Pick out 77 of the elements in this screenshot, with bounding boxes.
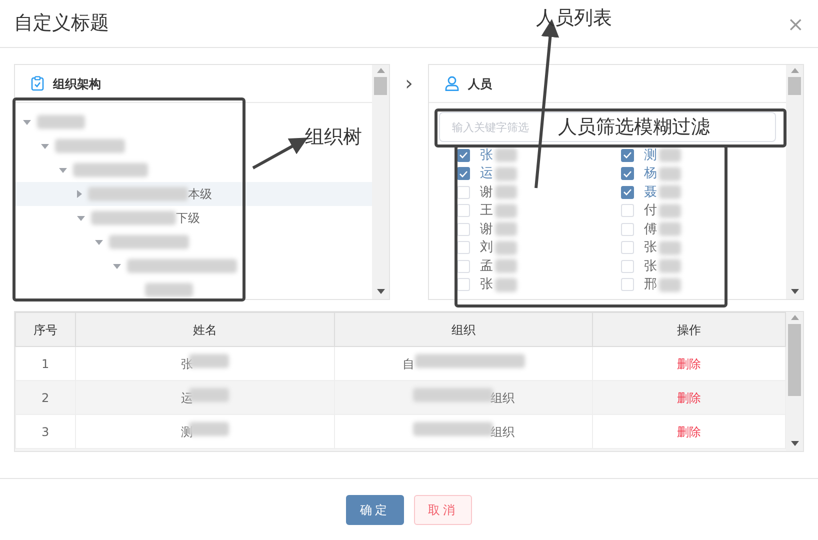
row-index: 2 [42, 390, 50, 404]
column-header: 操作 [592, 312, 786, 346]
scrollbar[interactable] [372, 65, 389, 299]
tree-node[interactable]: 本级 [15, 182, 372, 206]
delete-link[interactable]: 删除 [677, 390, 702, 404]
person-name: 聂 [644, 184, 657, 202]
name-cell: 张 [180, 357, 193, 371]
name-cell: 测 [180, 425, 193, 439]
person-item[interactable]: 傅 [621, 220, 781, 238]
expanded-caret-icon[interactable] [113, 264, 121, 268]
column-header: 组织 [334, 312, 593, 346]
cancel-button[interactable]: 取消 [414, 494, 472, 524]
tree-label: 下级 [176, 210, 200, 227]
person-name: 傅 [644, 220, 657, 238]
org-cell: 组织 [490, 391, 515, 405]
person-name: 杨 [644, 165, 657, 183]
person-item[interactable]: 刘 [457, 238, 621, 257]
expanded-caret-icon[interactable] [41, 144, 49, 148]
person-item[interactable]: 谢 [457, 220, 621, 238]
column-header: 姓名 [75, 312, 335, 346]
person-item[interactable]: 谢 [457, 183, 621, 202]
person-name: 测 [644, 146, 657, 164]
person-item[interactable]: 测 [621, 146, 781, 164]
person-name: 付 [644, 202, 657, 220]
tree-label: 本级 [188, 186, 212, 203]
dialog-title: 自定义标题 [14, 14, 109, 33]
person-item[interactable]: 张 [457, 146, 621, 164]
clipboard-check-icon [31, 76, 44, 91]
checkbox[interactable] [621, 186, 634, 199]
expanded-caret-icon[interactable] [77, 216, 85, 220]
person-name: 张 [644, 258, 657, 276]
person-name: 谢 [480, 184, 493, 202]
expanded-caret-icon[interactable] [95, 240, 103, 244]
confirm-button[interactable]: 确定 [346, 494, 404, 524]
person-item[interactable]: 杨 [621, 164, 781, 183]
name-cell: 运 [180, 391, 193, 405]
annotation-label: 人员列表 [536, 9, 612, 28]
checkbox[interactable] [621, 167, 634, 180]
scrollbar[interactable] [786, 65, 803, 299]
panel-title: 人员 [468, 76, 492, 92]
person-item[interactable]: 付 [621, 202, 781, 220]
person-name: 谢 [480, 220, 493, 238]
annotation-label: 组织树 [305, 128, 362, 147]
panel-title: 组织架构 [53, 76, 101, 92]
delete-link[interactable]: 删除 [677, 356, 702, 370]
column-header: 序号 [16, 312, 76, 346]
expanded-caret-icon[interactable] [59, 168, 67, 172]
person-name: 刘 [480, 239, 493, 257]
person-name: 邢 [644, 276, 657, 294]
person-item[interactable]: 王 [457, 202, 621, 220]
person-name: 孟 [480, 258, 493, 276]
person-name: 张 [480, 146, 493, 164]
person-item[interactable]: 运 [457, 164, 621, 183]
annotation-label: 人员筛选模糊过滤 [558, 118, 710, 137]
person-name: 张 [644, 239, 657, 257]
checkbox[interactable] [621, 148, 634, 162]
row-index: 1 [42, 356, 50, 370]
person-name: 运 [480, 165, 493, 183]
org-cell: 组织 [490, 425, 515, 439]
person-name: 王 [480, 202, 493, 220]
delete-link[interactable]: 删除 [677, 424, 702, 438]
org-cell: 自 [402, 357, 415, 371]
user-icon [445, 76, 459, 91]
person-item[interactable]: 张 [457, 276, 621, 294]
checkbox[interactable] [457, 148, 470, 162]
person-item[interactable]: 聂 [621, 183, 781, 202]
person-item[interactable]: 张 [621, 257, 781, 276]
person-item[interactable]: 孟 [457, 257, 621, 276]
collapsed-caret-icon[interactable] [77, 190, 82, 198]
checkbox[interactable] [457, 167, 470, 180]
person-item[interactable]: 张 [621, 238, 781, 257]
row-index: 3 [42, 424, 50, 438]
transfer-arrow[interactable]: › [405, 71, 413, 95]
tree-node[interactable]: 下级 [15, 206, 200, 230]
person-item[interactable]: 邢 [621, 276, 781, 294]
expanded-caret-icon[interactable] [23, 120, 31, 124]
person-name: 张 [480, 276, 493, 294]
